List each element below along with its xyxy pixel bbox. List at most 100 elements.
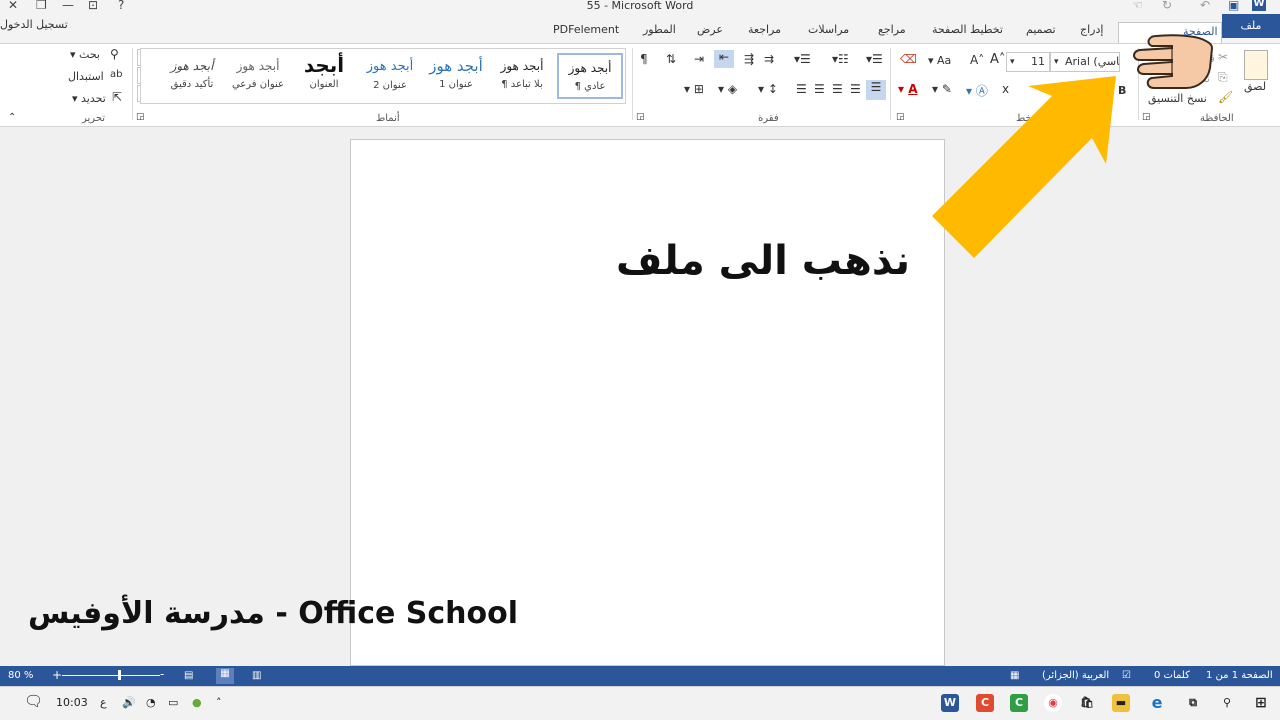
proofing-icon[interactable]: ☑ bbox=[1122, 670, 1131, 681]
show-marks-icon[interactable]: ¶ bbox=[640, 52, 648, 66]
shading-icon[interactable]: ▾ ◈ bbox=[718, 82, 737, 96]
tab-review[interactable]: مراجعة bbox=[748, 23, 781, 36]
replace-button[interactable]: استبدال bbox=[68, 70, 104, 83]
pointing-hand-icon bbox=[1133, 34, 1214, 89]
taskbar-chrome-icon[interactable]: ◉ bbox=[1044, 694, 1062, 712]
decrease-indent-icon[interactable]: ⇉ bbox=[764, 52, 774, 66]
input-language[interactable]: ع bbox=[100, 696, 107, 709]
format-painter-button[interactable]: نسخ التنسيق bbox=[1148, 92, 1207, 105]
group-label-styles: أنماط bbox=[376, 113, 400, 124]
center-icon[interactable]: ☰ bbox=[850, 82, 861, 96]
taskbar: 🗨 10:03 ع 🔊 ◔ ▭ ● ˄ W C C ◉ 🛍 ▬ e ⧉ ⚲ ⊞ bbox=[0, 686, 1280, 720]
zoom-level[interactable]: 80 % bbox=[8, 670, 33, 681]
font-color-icon[interactable]: ▾ A bbox=[898, 82, 918, 96]
ribbon-tabs: تسجيل الدخول PDFelement المطور عرض مراجع… bbox=[0, 14, 1280, 44]
tab-references[interactable]: مراجع bbox=[878, 23, 906, 36]
format-painter-icon[interactable]: 🖌 bbox=[1218, 90, 1233, 104]
align-right-icon[interactable]: ☰ bbox=[866, 80, 886, 100]
taskbar-app-red-icon[interactable]: C bbox=[976, 694, 994, 712]
style-title[interactable]: أبجد العنوان bbox=[291, 53, 357, 99]
touch-mode-icon[interactable]: ☜ bbox=[1132, 0, 1143, 12]
tab-developer[interactable]: المطور bbox=[643, 23, 676, 36]
collapse-ribbon-icon[interactable]: ⌃ bbox=[8, 112, 16, 123]
save-icon[interactable]: ▣ bbox=[1228, 0, 1239, 12]
group-label-paragraph: فقرة bbox=[758, 113, 779, 124]
clear-formatting-icon[interactable]: ⌫ bbox=[900, 52, 917, 66]
paragraph-launcher-icon[interactable]: ◲ bbox=[636, 112, 645, 122]
redo-icon[interactable]: ↻ bbox=[1162, 0, 1172, 12]
tab-view[interactable]: عرض bbox=[697, 23, 723, 36]
task-view-icon[interactable]: ⧉ bbox=[1184, 694, 1202, 712]
window-title: 55 - Microsoft Word bbox=[586, 0, 694, 12]
taskbar-app-green-icon[interactable]: C bbox=[1010, 694, 1028, 712]
zoom-slider[interactable] bbox=[62, 675, 160, 676]
taskbar-explorer-icon[interactable]: ▬ bbox=[1112, 694, 1130, 712]
tab-design[interactable]: تصميم bbox=[1026, 23, 1056, 36]
web-layout-icon[interactable]: ▤ bbox=[184, 670, 193, 681]
wifi-icon[interactable]: ◔ bbox=[146, 696, 156, 709]
cut-icon[interactable]: ✂ bbox=[1218, 50, 1228, 64]
style-subtitle[interactable]: أبجد هوز عنوان فرعي bbox=[225, 53, 291, 99]
style-heading-2[interactable]: أبجد هوز عنوان 2 bbox=[357, 53, 423, 99]
align-left-icon[interactable]: ☰ bbox=[832, 82, 843, 96]
taskbar-word-icon[interactable]: W bbox=[941, 694, 959, 712]
tab-pdfelement[interactable]: PDFelement bbox=[553, 23, 619, 36]
tab-file[interactable]: ملف bbox=[1222, 14, 1280, 38]
group-label-clipboard: الحافظة bbox=[1200, 113, 1234, 124]
channel-watermark: مدرسة الأوفيس - Office School bbox=[28, 596, 519, 631]
tray-app-icon[interactable]: ● bbox=[192, 696, 202, 709]
font-launcher-icon[interactable]: ◲ bbox=[896, 112, 905, 122]
zoom-out-icon[interactable]: - bbox=[160, 667, 164, 681]
zoom-thumb[interactable] bbox=[118, 670, 121, 680]
multilevel-list-icon[interactable]: ▾☰ bbox=[794, 52, 811, 66]
tray-expand-icon[interactable]: ˄ bbox=[216, 696, 222, 709]
increase-indent-icon[interactable]: ⇶ bbox=[744, 52, 754, 66]
replace-icon: ab bbox=[110, 69, 123, 80]
taskbar-edge-icon[interactable]: e bbox=[1148, 694, 1166, 712]
bullets-icon[interactable]: ▾☰ bbox=[866, 52, 883, 66]
read-mode-icon[interactable]: ▥ bbox=[252, 670, 261, 681]
styles-launcher-icon[interactable]: ◲ bbox=[136, 112, 145, 122]
undo-icon[interactable]: ↶ bbox=[1200, 0, 1210, 12]
style-heading-1[interactable]: أبجد هوز عنوان 1 bbox=[423, 53, 489, 99]
sort-icon[interactable]: ⇅ bbox=[666, 52, 676, 66]
status-bar: 80 % + - ▤ ▦ ▥ ▦ العربية (الجزائر) ☑ 0 ك… bbox=[0, 666, 1280, 686]
arrow-icon bbox=[932, 76, 1116, 258]
search-icon[interactable]: ⚲ bbox=[1218, 694, 1236, 712]
justify-icon[interactable]: ☰ bbox=[814, 82, 825, 96]
signin-link[interactable]: تسجيل الدخول bbox=[0, 18, 68, 31]
tab-insert[interactable]: إدراج bbox=[1080, 23, 1103, 36]
style-normal[interactable]: أبجد هوز ¶ عادي bbox=[557, 53, 623, 99]
find-button[interactable]: ▾ بحث bbox=[70, 48, 100, 61]
page-count[interactable]: الصفحة 1 من 1 bbox=[1206, 670, 1273, 681]
word-app-icon: W bbox=[1252, 0, 1266, 11]
start-icon[interactable]: ⊞ bbox=[1252, 694, 1270, 712]
tab-layout[interactable]: تخطيط الصفحة bbox=[932, 23, 1003, 36]
tab-mailings[interactable]: مراسلات bbox=[808, 23, 849, 36]
document-page[interactable] bbox=[350, 139, 945, 666]
word-count[interactable]: 0 كلمات bbox=[1154, 670, 1190, 681]
taskbar-store-icon[interactable]: 🛍 bbox=[1078, 694, 1096, 712]
ltr-icon[interactable]: ⇥ bbox=[694, 52, 704, 66]
styles-gallery: أبجد هوز تأكيد دقيق أبجد هوز عنوان فرعي … bbox=[140, 48, 626, 104]
volume-icon[interactable]: 🔊 bbox=[122, 696, 136, 709]
select-button[interactable]: ▾ تحديد bbox=[72, 92, 106, 105]
zoom-in-icon[interactable]: + bbox=[52, 668, 62, 682]
style-subtle-emphasis[interactable]: أبجد هوز تأكيد دقيق bbox=[159, 53, 225, 99]
battery-icon[interactable]: ▭ bbox=[168, 696, 178, 709]
macro-icon[interactable]: ▦ bbox=[1010, 670, 1019, 681]
paste-button[interactable]: لصق bbox=[1244, 80, 1266, 93]
rtl-icon[interactable]: ⇤ bbox=[714, 50, 734, 68]
copy-icon[interactable]: ⎘ bbox=[1218, 70, 1228, 85]
distributed-icon[interactable]: ☰ bbox=[796, 82, 807, 96]
clipboard-launcher-icon[interactable]: ◲ bbox=[1142, 112, 1151, 122]
borders-icon[interactable]: ▾ ⊞ bbox=[684, 82, 704, 96]
taskbar-clock[interactable]: 10:03 bbox=[56, 696, 88, 709]
numbering-icon[interactable]: ▾☷ bbox=[832, 52, 849, 66]
print-layout-icon[interactable]: ▦ bbox=[216, 668, 234, 684]
paste-icon[interactable] bbox=[1244, 50, 1268, 80]
notification-icon[interactable]: 🗨 bbox=[24, 692, 43, 710]
line-spacing-icon[interactable]: ▾ ↕ bbox=[758, 82, 778, 96]
language-status[interactable]: العربية (الجزائر) bbox=[1042, 670, 1109, 681]
style-no-spacing[interactable]: أبجد هوز ¶ بلا تباعد bbox=[489, 53, 555, 99]
